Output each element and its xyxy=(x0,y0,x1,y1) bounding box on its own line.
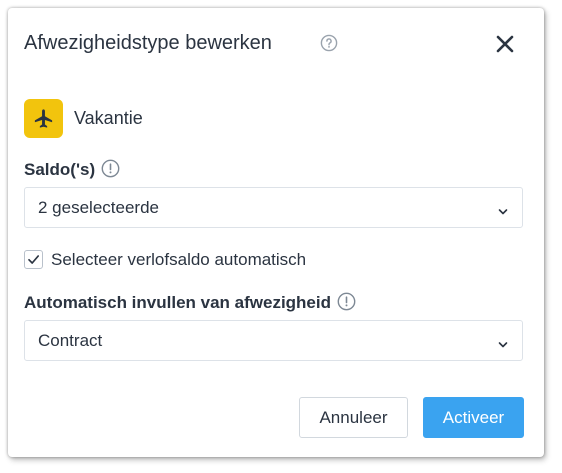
balances-label: Saldo('s) xyxy=(24,159,120,181)
chevron-down-icon xyxy=(498,336,508,348)
auto-fill-select[interactable]: Contract xyxy=(24,320,523,361)
cancel-button[interactable]: Annuleer xyxy=(299,397,408,438)
checkmark-icon xyxy=(28,255,40,264)
help-icon[interactable] xyxy=(320,34,338,52)
close-button[interactable] xyxy=(492,31,518,57)
activate-button[interactable]: Activeer xyxy=(423,397,524,438)
balances-select-value: 2 geselecteerde xyxy=(38,198,159,217)
dialog-title: Afwezigheidstype bewerken xyxy=(24,32,272,54)
edit-absence-type-dialog: Afwezigheidstype bewerken Vakantie Saldo… xyxy=(8,8,544,457)
chevron-down-icon xyxy=(498,203,508,215)
absence-type-name: Vakantie xyxy=(74,108,143,128)
auto-select-balance-checkbox[interactable] xyxy=(24,250,43,269)
auto-fill-label-text: Automatisch invullen van afwezigheid xyxy=(24,293,331,312)
auto-fill-label: Automatisch invullen van afwezigheid xyxy=(24,292,356,314)
balances-label-text: Saldo('s) xyxy=(24,160,96,179)
absence-type-badge xyxy=(24,99,63,138)
auto-fill-select-value: Contract xyxy=(38,331,103,350)
auto-select-balance-label[interactable]: Selecteer verlofsaldo automatisch xyxy=(51,250,306,270)
balances-select[interactable]: 2 geselecteerde xyxy=(24,187,523,228)
info-icon[interactable] xyxy=(337,292,356,311)
absence-type-row: Vakantie xyxy=(24,99,528,139)
info-icon[interactable] xyxy=(101,159,120,178)
close-icon xyxy=(496,35,514,53)
airplane-icon xyxy=(34,109,53,128)
dialog-header: Afwezigheidstype bewerken xyxy=(24,30,528,58)
